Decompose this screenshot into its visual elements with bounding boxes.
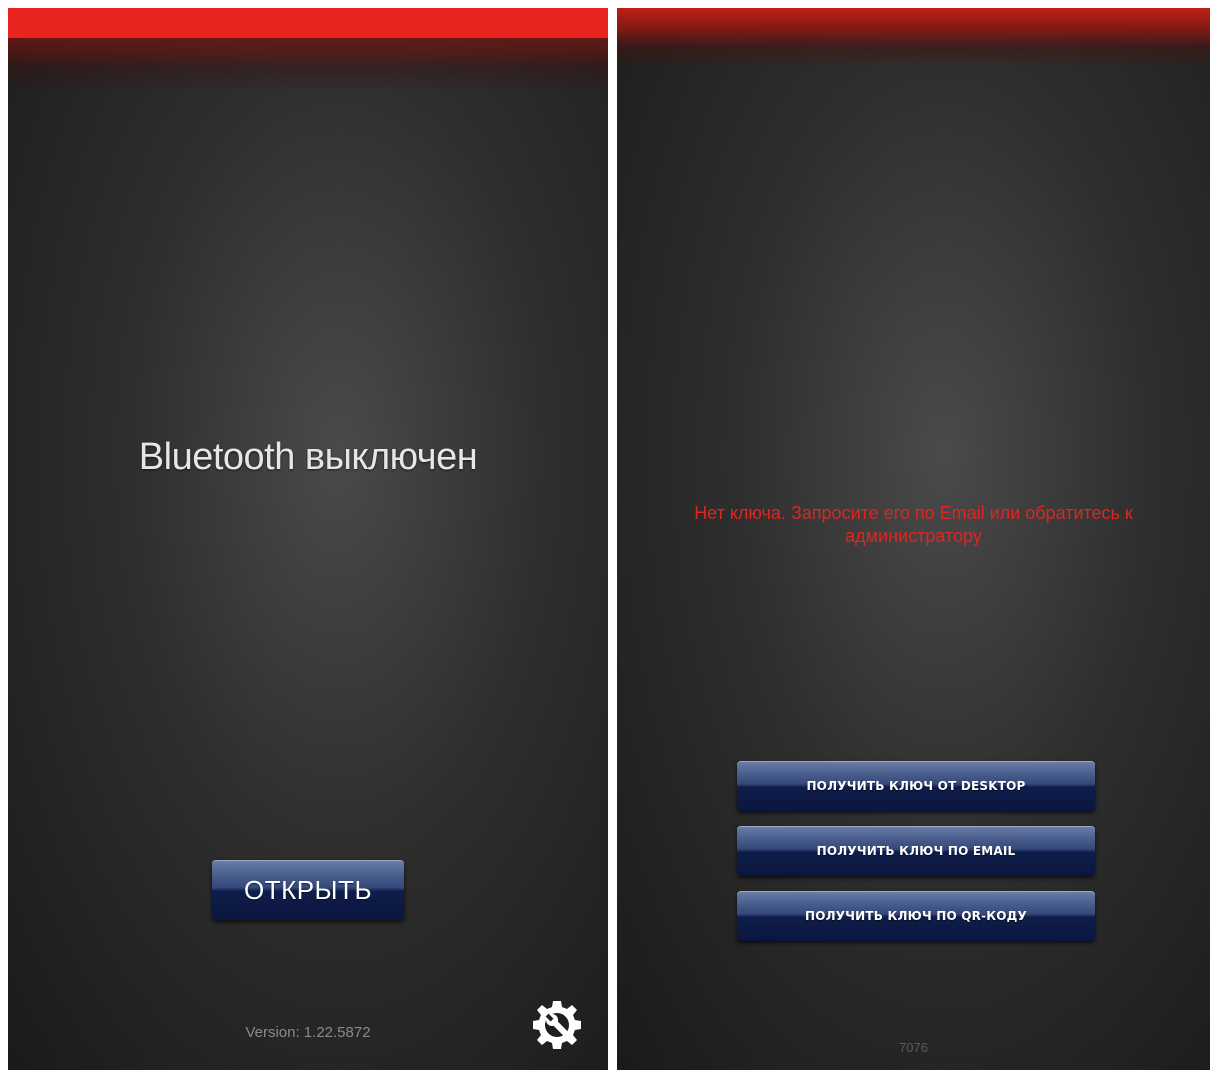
version-label: Version: 1.22.5872 (245, 1024, 371, 1041)
top-accent-glow (8, 38, 608, 93)
bluetooth-off-screen: Bluetooth выключен ОТКРЫТЬ Version: 1.22… (8, 8, 608, 1070)
settings-wrench-gear-icon (533, 1001, 581, 1049)
top-accent-bar (8, 8, 608, 38)
build-number-label: 7076 (899, 1040, 928, 1055)
open-button[interactable]: ОТКРЫТЬ (212, 860, 404, 920)
bluetooth-status-title: Bluetooth выключен (138, 436, 478, 478)
no-key-screen: Нет ключа. Запросите его по Email или об… (617, 8, 1210, 1070)
settings-icon[interactable] (530, 998, 584, 1052)
get-key-qr-button[interactable]: ПОЛУЧИТЬ КЛЮЧ ПО QR-КОДУ (737, 891, 1095, 941)
no-key-error-message: Нет ключа. Запросите его по Email или об… (694, 503, 1133, 546)
get-key-desktop-button[interactable]: ПОЛУЧИТЬ КЛЮЧ ОТ DESKTOP (737, 761, 1095, 811)
top-accent-glow (617, 8, 1210, 68)
get-key-email-button[interactable]: ПОЛУЧИТЬ КЛЮЧ ПО EMAIL (737, 826, 1095, 876)
